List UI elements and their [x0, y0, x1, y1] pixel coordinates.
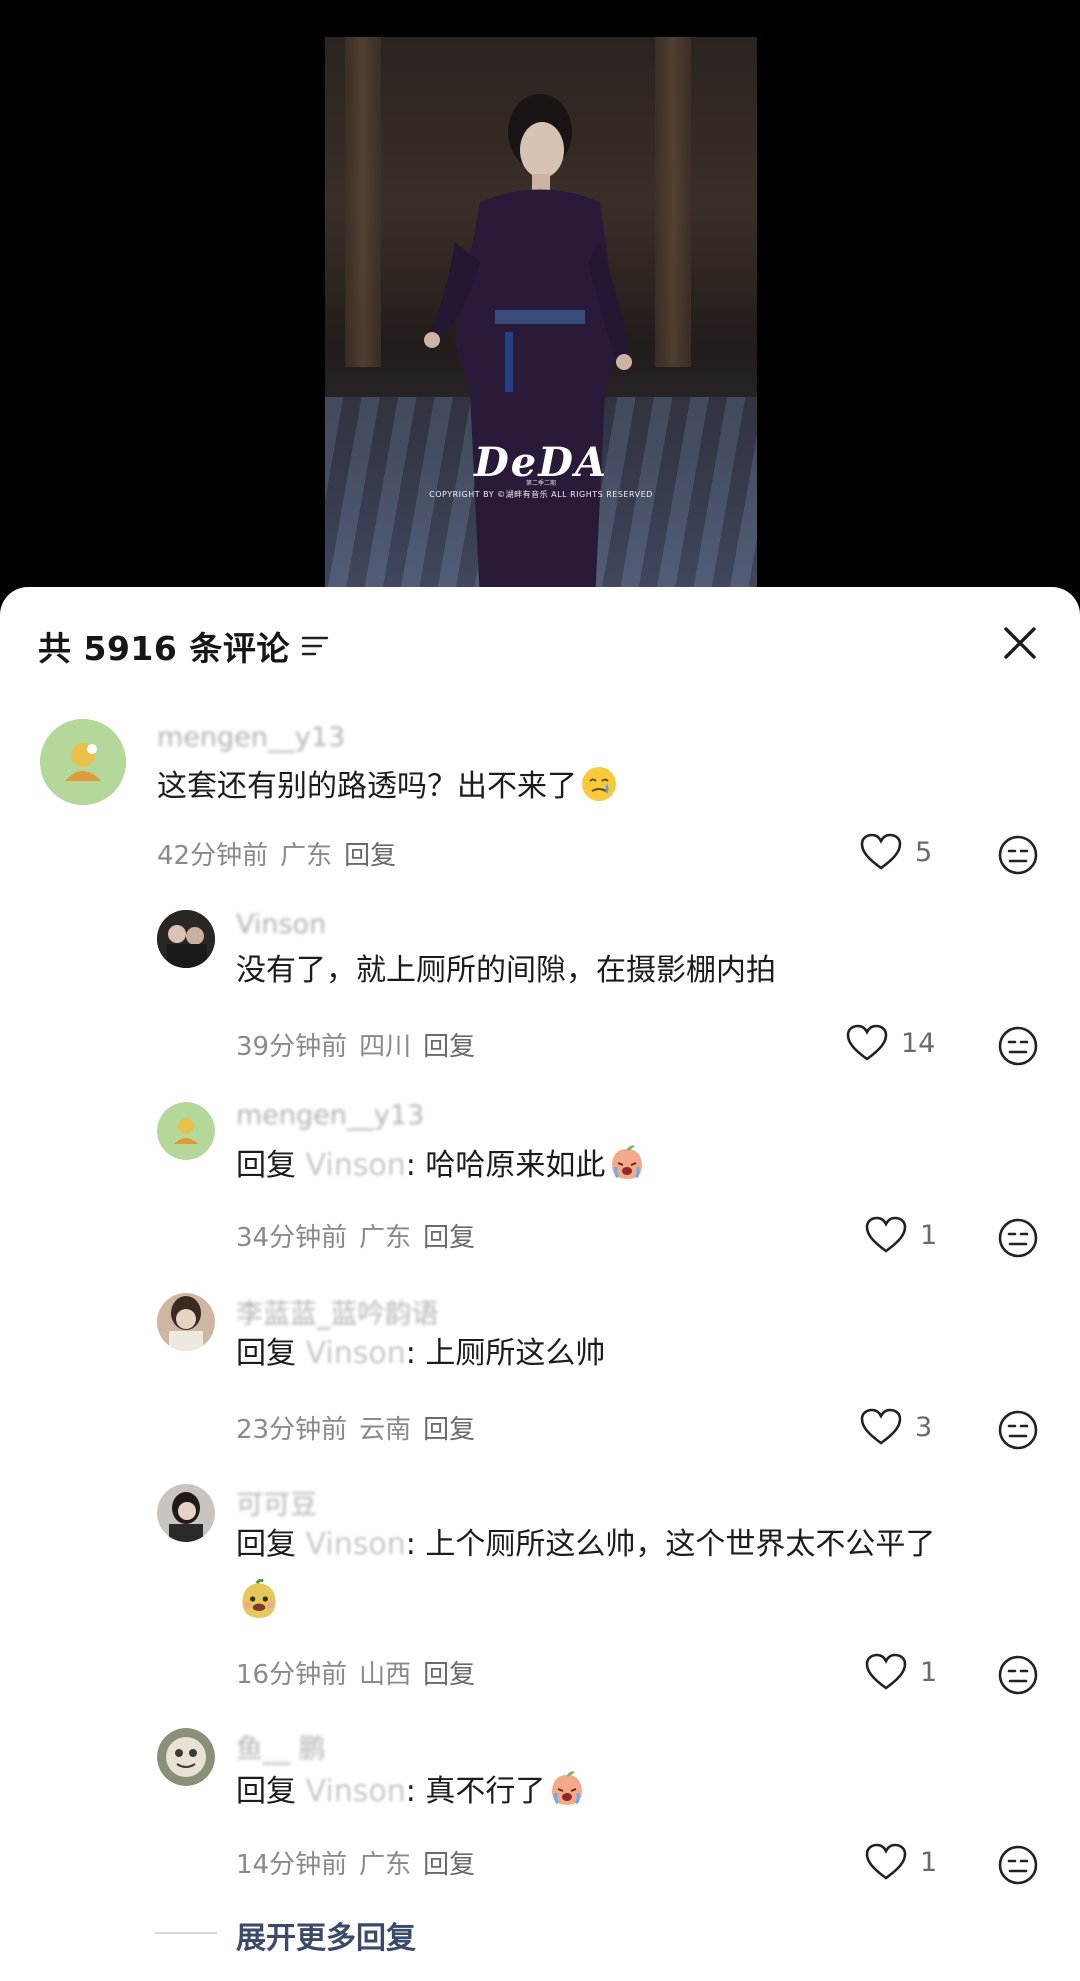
like-button[interactable]: 1	[864, 1652, 950, 1692]
reply-target-username[interactable]: Vinson	[306, 1148, 406, 1183]
comment-username[interactable]: 李蓝蓝_蓝吟韵语	[236, 1292, 439, 1331]
comment-sheet: 共 5916 条评论 mengen__y13 这套还有别的路透吗？出不来了 42…	[0, 587, 1080, 1981]
video-frame[interactable]: DeDA 第二季二期 COPYRIGHT BY ©湖畔有音乐 ALL RIGHT…	[325, 37, 757, 597]
meh-face-icon[interactable]	[997, 834, 1039, 876]
video-watermark-small: 第二季二期	[525, 480, 556, 487]
reply-button[interactable]: 回复	[423, 1032, 475, 1062]
like-count: 1	[920, 1219, 938, 1251]
meh-face-icon[interactable]	[997, 1217, 1039, 1259]
comment-meta: 23分钟前 云南 回复	[236, 1409, 487, 1446]
comment-location: 四川	[359, 1032, 412, 1062]
comment-location: 广东	[359, 1223, 412, 1253]
reply-button[interactable]: 回复	[423, 1223, 475, 1253]
crying-peach-emoji	[612, 1145, 643, 1179]
comment-text: 回复 Vinson: 真不行了	[236, 1769, 587, 1812]
avatar[interactable]	[157, 1293, 215, 1351]
comment-count-title: 共 5916 条评论	[38, 629, 290, 668]
avatar[interactable]	[157, 1484, 215, 1542]
comment-username[interactable]: mengen__y13	[157, 722, 345, 753]
like-count: 14	[901, 1027, 936, 1059]
comment-text-body: : 上个厕所这么帅，这个世界太不公平了	[405, 1527, 936, 1562]
comment-time: 34分钟前	[236, 1223, 348, 1253]
comment-username[interactable]: 可可豆	[236, 1483, 317, 1522]
comment-time: 23分钟前	[236, 1415, 348, 1445]
comment-meta: 16分钟前 山西 回复	[236, 1654, 487, 1691]
avatar[interactable]	[40, 719, 126, 805]
heart-icon	[865, 1216, 907, 1253]
like-button[interactable]: 1	[864, 1842, 950, 1882]
heart-icon	[865, 1843, 907, 1880]
like-button[interactable]: 3	[859, 1407, 945, 1447]
comment-location: 广东	[280, 841, 333, 871]
avatar[interactable]	[157, 1728, 215, 1786]
comment-text-body: : 上厕所这么帅	[405, 1336, 606, 1371]
comment-meta: 39分钟前 四川 回复	[236, 1026, 487, 1063]
reply-button[interactable]: 回复	[344, 841, 396, 871]
like-button[interactable]: 5	[859, 832, 945, 872]
comment-meta: 42分钟前 广东 回复	[157, 835, 408, 872]
comment-meta: 14分钟前 广东 回复	[236, 1844, 487, 1881]
avatar[interactable]	[157, 1102, 215, 1160]
comment-time: 16分钟前	[236, 1660, 348, 1690]
comment-text: 回复 Vinson: 哈哈原来如此	[236, 1143, 647, 1186]
like-button[interactable]: 1	[864, 1215, 950, 1255]
comment-text: 没有了，就上厕所的间隙，在摄影棚内拍	[236, 951, 776, 991]
reply-prefix: 回复	[236, 1527, 296, 1562]
reply-button[interactable]: 回复	[423, 1660, 475, 1690]
comment-time: 39分钟前	[236, 1032, 348, 1062]
meh-face-icon[interactable]	[997, 1844, 1039, 1886]
person-figure-image	[424, 94, 632, 597]
sort-filter-icon[interactable]	[300, 634, 330, 658]
comment-text: 回复 Vinson: 上厕所这么帅	[236, 1334, 605, 1374]
comment-text-body: : 哈哈原来如此	[405, 1148, 606, 1183]
like-count: 1	[920, 1846, 938, 1878]
comment-username[interactable]: mengen__y13	[236, 1100, 424, 1131]
comment-header: 共 5916 条评论	[38, 621, 330, 671]
reply-target-username[interactable]: Vinson	[306, 1774, 406, 1809]
comment-text-body: 这套还有别的路透吗？出不来了	[157, 769, 577, 804]
heart-icon	[860, 833, 902, 870]
like-count: 3	[915, 1411, 933, 1443]
expand-divider	[155, 1932, 217, 1934]
close-icon[interactable]	[1000, 623, 1040, 663]
comment-username[interactable]: 鱼__ 鹏	[236, 1727, 326, 1766]
comment-time: 14分钟前	[236, 1850, 348, 1880]
reply-button[interactable]: 回复	[423, 1415, 475, 1445]
reply-target-username[interactable]: Vinson	[306, 1336, 406, 1371]
comment-text: 回复 Vinson: 上个厕所这么帅，这个世界太不公平了	[236, 1525, 935, 1565]
video-watermark-copyright: COPYRIGHT BY ©湖畔有音乐 ALL RIGHTS RESERVED	[429, 490, 653, 499]
comment-text-body: : 真不行了	[405, 1774, 546, 1809]
comment-time: 42分钟前	[157, 841, 269, 871]
meh-face-icon[interactable]	[997, 1409, 1039, 1451]
crying-peach-emoji	[552, 1771, 583, 1805]
crying-smile-emoji	[582, 767, 616, 801]
like-count: 5	[915, 836, 933, 868]
reply-prefix: 回复	[236, 1774, 296, 1809]
comment-username[interactable]: Vinson	[236, 909, 326, 940]
video-area[interactable]: DeDA 第二季二期 COPYRIGHT BY ©湖畔有音乐 ALL RIGHT…	[0, 0, 1080, 600]
heart-icon	[860, 1408, 902, 1445]
smiling-potato-emoji	[242, 1579, 276, 1618]
comment-location: 山西	[359, 1660, 412, 1690]
meh-face-icon[interactable]	[997, 1654, 1039, 1696]
comment-location: 广东	[359, 1850, 412, 1880]
expand-more-replies-button[interactable]: 展开更多回复	[236, 1913, 416, 1957]
like-button[interactable]: 14	[845, 1023, 935, 1063]
comment-meta: 34分钟前 广东 回复	[236, 1217, 487, 1254]
comment-text-body: 没有了，就上厕所的间隙，在摄影棚内拍	[236, 953, 776, 988]
reply-prefix: 回复	[236, 1148, 296, 1183]
meh-face-icon[interactable]	[997, 1025, 1039, 1067]
like-count: 1	[920, 1656, 938, 1688]
heart-icon	[865, 1653, 907, 1690]
comment-location: 云南	[359, 1415, 412, 1445]
reply-prefix: 回复	[236, 1336, 296, 1371]
heart-icon	[846, 1024, 888, 1061]
comment-text: 这套还有别的路透吗？出不来了	[157, 764, 619, 807]
avatar[interactable]	[157, 910, 215, 968]
reply-target-username[interactable]: Vinson	[306, 1527, 406, 1562]
reply-button[interactable]: 回复	[423, 1850, 475, 1880]
